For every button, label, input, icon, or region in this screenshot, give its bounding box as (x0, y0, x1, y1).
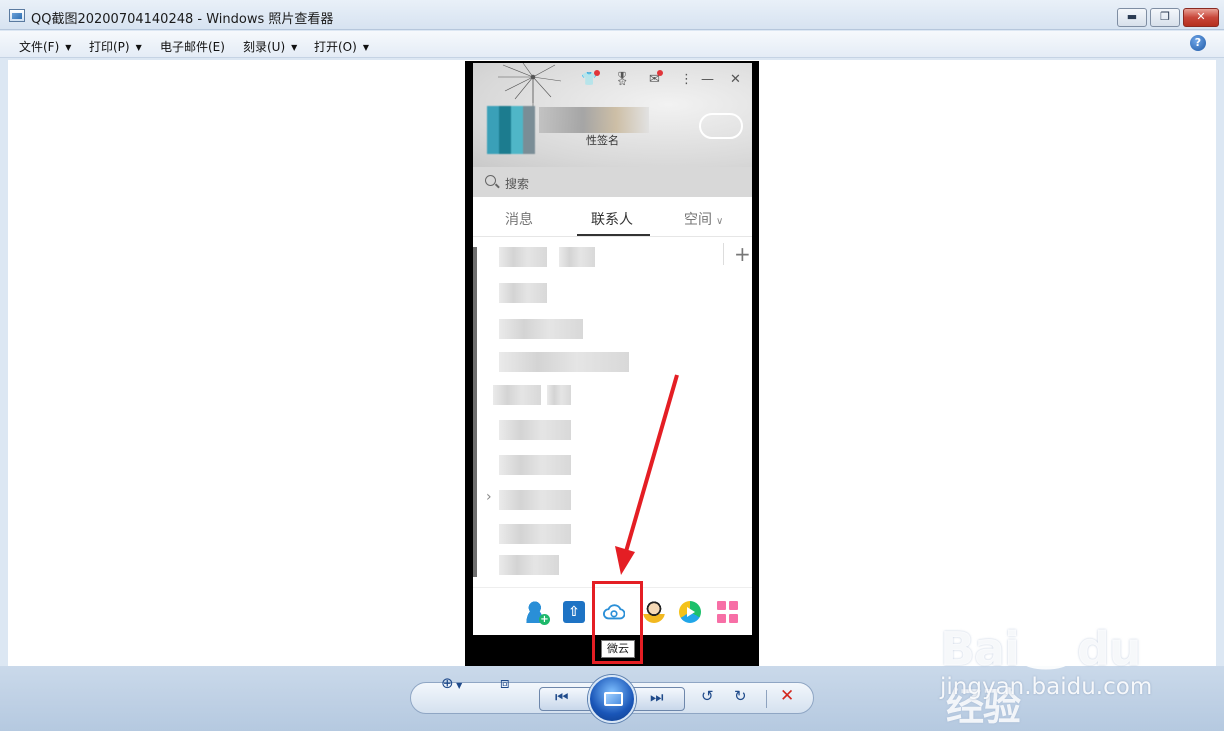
list-item[interactable] (559, 247, 595, 267)
tab-qzone[interactable]: 空间 ∨ (684, 209, 723, 229)
menu-file-label: 文件(F) (19, 40, 60, 54)
menu-open-label: 打开(O) (314, 40, 357, 54)
photo-viewer-app-icon (9, 9, 25, 22)
brand-bai: Bai (940, 622, 1020, 676)
list-item[interactable] (499, 455, 571, 475)
game-icon[interactable] (643, 601, 665, 623)
avatar[interactable] (487, 106, 535, 154)
list-item[interactable] (547, 385, 571, 405)
watermark-url: jingyan.baidu.com (940, 674, 1153, 700)
menu-burn-label: 刻录(U) (243, 40, 286, 54)
search-bar[interactable]: 搜索 (473, 167, 752, 197)
rotate-right-icon[interactable]: ↻ (734, 687, 747, 705)
window-title: QQ截图20200704140248 - Windows 照片查看器 (31, 12, 334, 27)
apps-icon[interactable] (716, 601, 738, 623)
search-placeholder: 搜索 (505, 177, 530, 191)
menu-bar: 文件(F) ▼ 打印(P) ▼ 电子邮件(E) 刻录(U) ▼ 打开(O) ▼ (0, 31, 1224, 58)
dropdown-arrow-icon: ▼ (362, 43, 369, 52)
list-item[interactable] (499, 420, 571, 440)
list-item[interactable] (499, 555, 559, 575)
weather-cloud-icon[interactable] (699, 113, 743, 139)
nickname-blurred (539, 107, 649, 133)
weiyun-tooltip: 微云 (601, 640, 635, 658)
list-item[interactable] (493, 385, 541, 405)
brand-du: du (1076, 622, 1142, 676)
active-tab-underline (577, 234, 650, 236)
medal-icon[interactable]: 🎖 (614, 72, 631, 87)
signature-text[interactable]: 性签名 (586, 132, 619, 148)
tab-contacts[interactable]: 联系人 (591, 209, 633, 229)
menu-email-label: 电子邮件(E) (160, 40, 225, 54)
mail-icon[interactable]: ✉ (649, 70, 663, 87)
menu-print[interactable]: 打印(P) ▼ (89, 38, 142, 55)
list-item[interactable] (499, 524, 571, 544)
previous-icon[interactable]: ⏮ (555, 688, 569, 706)
actual-size-icon[interactable]: ⧈ (500, 674, 510, 692)
tencent-video-icon[interactable] (679, 601, 701, 623)
rotate-left-icon[interactable]: ↺ (701, 687, 714, 705)
menu-burn[interactable]: 刻录(U) ▼ (243, 38, 297, 55)
slideshow-button[interactable] (588, 675, 636, 723)
list-item[interactable] (499, 283, 547, 303)
qq-profile-header: 👕 🎖 ✉ ⋮ — ✕ 性签名 (473, 63, 752, 167)
menu-print-label: 打印(P) (89, 40, 130, 54)
chevron-down-icon: ∨ (716, 216, 724, 227)
list-item[interactable] (499, 319, 583, 339)
help-icon[interactable]: ? (1190, 35, 1206, 51)
delete-icon[interactable]: ✕ (780, 686, 794, 706)
slideshow-icon (604, 692, 623, 706)
toolbar-separator (766, 690, 767, 708)
title-bar: QQ截图20200704140248 - Windows 照片查看器 ▬ ❐ ✕ (0, 0, 1224, 30)
next-icon[interactable]: ⏭ (650, 688, 664, 706)
skin-icon[interactable]: 👕 (581, 70, 601, 87)
list-item[interactable] (499, 247, 547, 267)
main-menu-icon[interactable] (488, 601, 510, 623)
add-group-button[interactable]: + (723, 243, 751, 265)
dropdown-arrow-icon: ▼ (291, 43, 298, 52)
more-icon[interactable]: ⋮ (680, 72, 693, 87)
close-icon[interactable]: ✕ (730, 72, 741, 87)
tab-qzone-label: 空间 (684, 212, 712, 228)
minimize-button[interactable]: ▬ (1117, 8, 1147, 27)
file-transfer-icon[interactable]: ⇧ (563, 601, 585, 623)
dropdown-arrow-icon: ▼ (65, 43, 72, 52)
list-item[interactable] (499, 490, 571, 510)
dropdown-arrow-icon: ▼ (135, 43, 142, 52)
menu-file[interactable]: 文件(F) ▼ (19, 38, 71, 55)
search-icon (485, 175, 496, 186)
close-window-button[interactable]: ✕ (1183, 8, 1219, 27)
add-contact-icon[interactable] (526, 601, 550, 625)
baidu-jingyan-watermark: Bai du经验 jingyan.baidu.com (940, 600, 1170, 729)
zoom-icon[interactable]: ⊕ ▼ (441, 674, 462, 692)
list-item[interactable] (499, 352, 629, 372)
maximize-button[interactable]: ❐ (1150, 8, 1180, 27)
annotation-arrow (615, 374, 679, 575)
scrollbar-thumb[interactable] (473, 247, 477, 577)
menu-email[interactable]: 电子邮件(E) (160, 38, 225, 55)
minimize-icon[interactable]: — (701, 72, 714, 87)
chevron-right-icon[interactable]: › (486, 489, 492, 505)
qq-tabs: 消息 联系人 空间 ∨ (473, 197, 752, 237)
tab-messages[interactable]: 消息 (505, 209, 533, 229)
menu-open[interactable]: 打开(O) ▼ (314, 38, 369, 55)
